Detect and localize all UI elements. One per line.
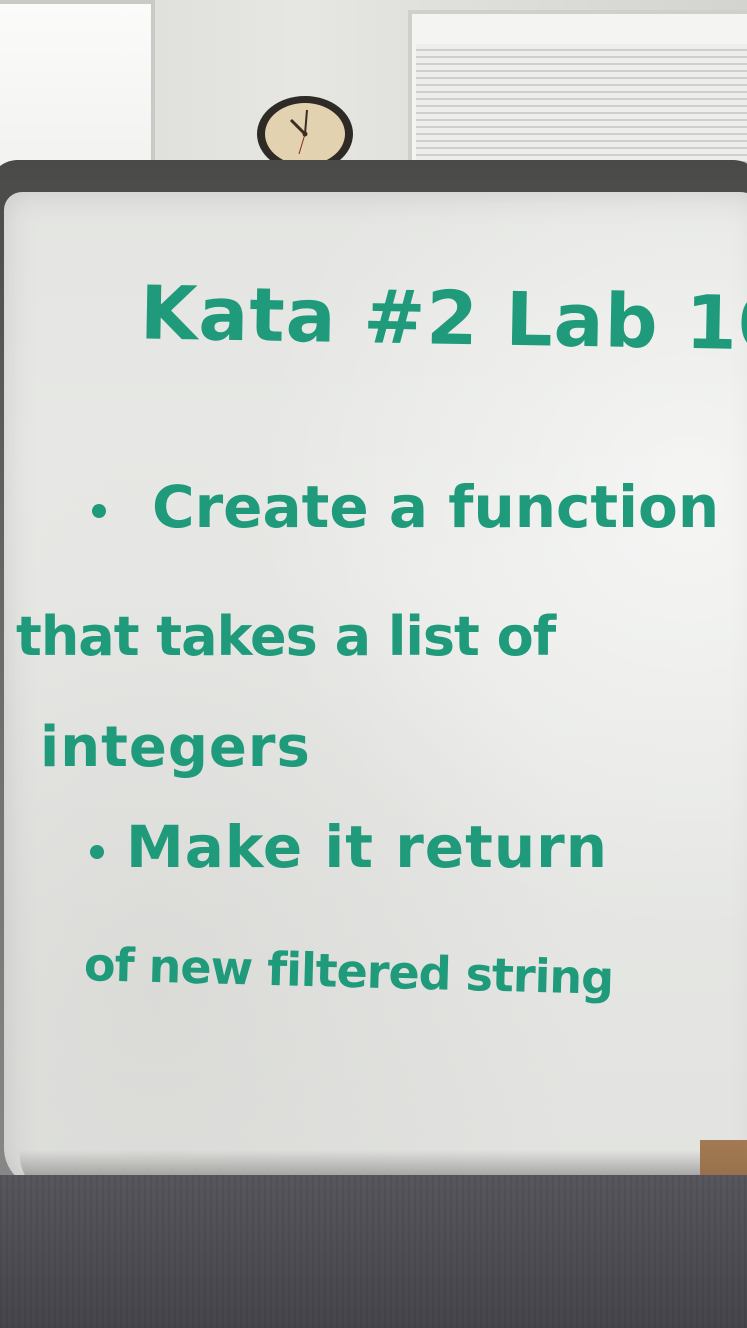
board-title: Kata #2 Lab 10 [139,270,747,368]
board-line-1: Create a function [152,473,720,541]
board-line-5: of new filtered string [83,937,614,1005]
handwritten-notes: Kata #2 Lab 10 Create a function that ta… [0,0,747,1328]
board-line-2: that takes a list of [16,605,556,668]
board-line-3: integers [40,715,311,780]
board-line-4: Make it return [126,813,609,881]
bullet-dot [92,504,106,518]
photo-scene: Kata #2 Lab 10 Create a function that ta… [0,0,747,1328]
bullet-dot [90,845,104,859]
